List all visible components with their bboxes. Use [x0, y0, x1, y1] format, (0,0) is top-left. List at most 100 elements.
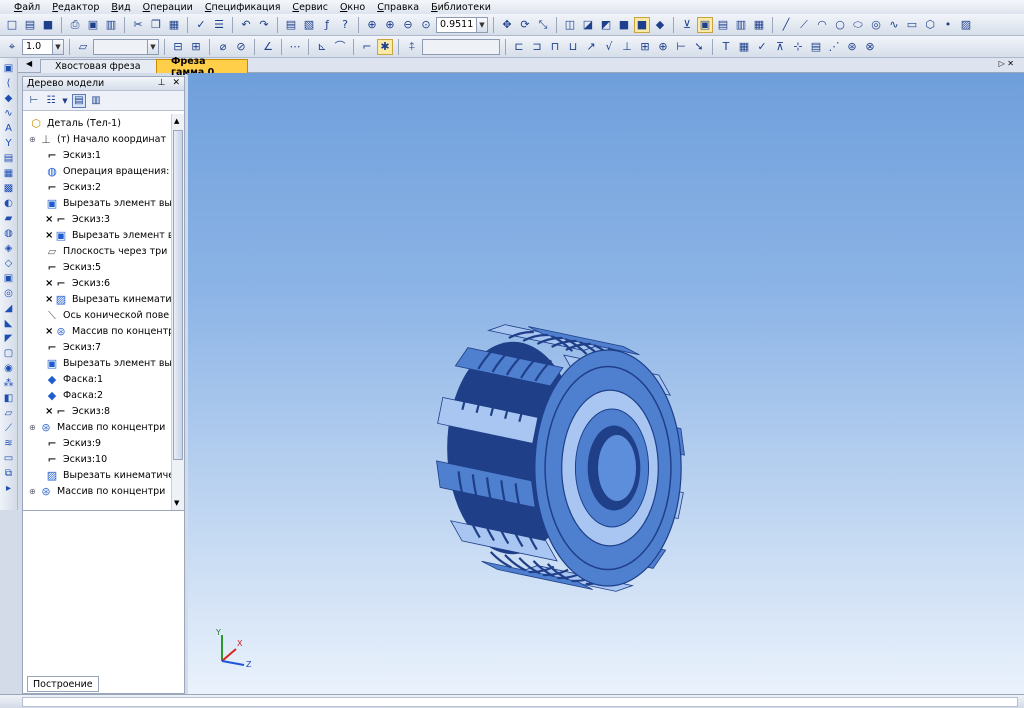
tree-view-icon[interactable]: ▤: [715, 17, 731, 33]
mark-icon[interactable]: ⊗: [862, 39, 878, 55]
sections-icon[interactable]: ▦: [751, 17, 767, 33]
tree-item[interactable]: ⌐ Эскиз:9: [23, 435, 171, 451]
tree-item[interactable]: ⌐ Эскиз:1: [23, 147, 171, 163]
library-icon[interactable]: ▧: [301, 17, 317, 33]
scroll-up-icon[interactable]: ▲: [174, 117, 179, 125]
roughness-icon[interactable]: √: [601, 39, 617, 55]
attributes-icon[interactable]: ▩: [2, 182, 16, 196]
variables-fx-icon[interactable]: ƒ: [319, 17, 335, 33]
paste-icon[interactable]: ▦: [166, 17, 182, 33]
hatch-icon[interactable]: ▤: [808, 39, 824, 55]
tree-item[interactable]: ⊕ ⊛ Массив по концентри: [23, 419, 171, 435]
dim-angular-icon[interactable]: ⊐: [529, 39, 545, 55]
tree-item[interactable]: ◆ Фаска:2: [23, 387, 171, 403]
filter-3d-icon[interactable]: Y: [2, 137, 16, 151]
coordinate-input[interactable]: [422, 38, 500, 55]
rotate-icon[interactable]: ⟳: [517, 17, 533, 33]
sweep-icon[interactable]: ◈: [2, 242, 16, 256]
perspective-icon[interactable]: ◆: [652, 17, 668, 33]
sheet-metal-icon[interactable]: ▭: [2, 452, 16, 466]
new-document-icon[interactable]: □: [4, 17, 20, 33]
wireframe-icon[interactable]: ◫: [562, 17, 578, 33]
open-folder-icon[interactable]: ▤: [22, 17, 38, 33]
menu-specification[interactable]: Спецификация: [205, 2, 281, 13]
tree-divider[interactable]: [23, 510, 184, 511]
undo-icon[interactable]: ↶: [238, 17, 254, 33]
tree-item[interactable]: ⌐ Эскиз:10: [23, 451, 171, 467]
ellipse-tool-icon[interactable]: ⬭: [850, 17, 866, 33]
tree-item[interactable]: ⊕ ⊥ (т) Начало координат: [23, 131, 171, 147]
tree-order-icon[interactable]: ☷: [44, 94, 58, 108]
orientation-icon[interactable]: ⤡: [535, 17, 551, 33]
hole-icon[interactable]: ◉: [2, 362, 16, 376]
tree-item[interactable]: ◍ Операция вращения:: [23, 163, 171, 179]
tab-construction[interactable]: Построение: [27, 676, 99, 692]
mirror-icon[interactable]: ◧: [2, 392, 16, 406]
attach-icon[interactable]: ⌀: [215, 39, 231, 55]
rib-icon[interactable]: ◤: [2, 332, 16, 346]
tab-gamma-mill[interactable]: Фреза гамма 0: [156, 56, 248, 78]
revolve-icon[interactable]: ◍: [2, 227, 16, 241]
chevron-down-icon[interactable]: ▼: [476, 17, 487, 32]
select-icon[interactable]: ▣: [2, 62, 16, 76]
position-icon[interactable]: ⊕: [655, 39, 671, 55]
tree-structure-icon[interactable]: ⊢: [27, 94, 41, 108]
tree-item[interactable]: ⌐ Эскиз:2: [23, 179, 171, 195]
expand-icon[interactable]: ⊕: [29, 135, 39, 144]
expand-icon[interactable]: ⊕: [29, 487, 39, 496]
manager-icon[interactable]: ▤: [283, 17, 299, 33]
measure-3d-icon[interactable]: A: [2, 122, 16, 136]
pan-icon[interactable]: ✥: [499, 17, 515, 33]
halftone-edges-icon[interactable]: ■: [634, 16, 650, 33]
tree-item[interactable]: × ▣ Вырезать элемент в: [23, 227, 171, 243]
tree-item[interactable]: ⌐ Эскиз:7: [23, 339, 171, 355]
symmetry-icon[interactable]: ⊛: [844, 39, 860, 55]
copy-icon[interactable]: ❐: [148, 17, 164, 33]
style-combo[interactable]: ▼: [93, 38, 159, 55]
zoom-out-icon[interactable]: ⊖: [400, 17, 416, 33]
table-icon[interactable]: ▦: [736, 39, 752, 55]
hidden-lines-thin-icon[interactable]: ◩: [598, 17, 614, 33]
rectangle-tool-icon[interactable]: ▭: [904, 17, 920, 33]
menu-file[interactable]: Файл: [14, 2, 40, 13]
base-icon[interactable]: ⊥: [619, 39, 635, 55]
expand-icon[interactable]: ⊕: [29, 423, 39, 432]
cut-revolve-icon[interactable]: ◎: [2, 287, 16, 301]
snaps-on-icon[interactable]: ✱: [377, 38, 393, 55]
arc-tool-icon[interactable]: ◠: [814, 17, 830, 33]
circle-center-tool-icon[interactable]: ◎: [868, 17, 884, 33]
menu-service[interactable]: Сервис: [292, 2, 328, 13]
coordinates-icon[interactable]: ⍏: [404, 39, 420, 55]
parametric-icon[interactable]: ⌐: [359, 39, 375, 55]
report-icon[interactable]: ▦: [2, 167, 16, 181]
spatial-curves-icon[interactable]: ∿: [2, 107, 16, 121]
spec-object-icon[interactable]: ▤: [2, 152, 16, 166]
hidden-lines-icon[interactable]: ◪: [580, 17, 596, 33]
extrude-icon[interactable]: ▰: [2, 212, 16, 226]
menu-window[interactable]: Окно: [340, 2, 365, 13]
tree-sketch-view-icon[interactable]: ▤: [72, 93, 86, 108]
page-setup-icon[interactable]: ▥: [103, 17, 119, 33]
tree-item[interactable]: ▱ Плоскость через три: [23, 243, 171, 259]
line-weight-combo[interactable]: 1.0 ▼: [22, 38, 64, 55]
dim-diametral-icon[interactable]: ⊔: [565, 39, 581, 55]
dim-radial-icon[interactable]: ⊓: [547, 39, 563, 55]
plane-icon[interactable]: ▱: [2, 407, 16, 421]
hatch-tool-icon[interactable]: ▨: [958, 17, 974, 33]
fragment-icon[interactable]: ⊟: [170, 39, 186, 55]
more-tools-icon[interactable]: ▸: [2, 482, 16, 496]
model-canvas[interactable]: Y X Z: [188, 73, 1024, 694]
shell-icon[interactable]: ▢: [2, 347, 16, 361]
snap-icon[interactable]: ▣: [697, 16, 713, 33]
leader-icon[interactable]: ↗: [583, 39, 599, 55]
model-viewport[interactable]: Y X Z: [188, 73, 1024, 694]
loft-icon[interactable]: ◇: [2, 257, 16, 271]
assembly-icon[interactable]: ⧉: [2, 467, 16, 481]
polygon-tool-icon[interactable]: ⬡: [922, 17, 938, 33]
cut-extrude-icon[interactable]: ▣: [2, 272, 16, 286]
properties-check-icon[interactable]: ✓: [193, 17, 209, 33]
layer-icon[interactable]: ▱: [75, 39, 91, 55]
geometry-icon[interactable]: ⟨: [2, 77, 16, 91]
tree-item[interactable]: × ⌐ Эскиз:8: [23, 403, 171, 419]
round-icon[interactable]: ⌒: [332, 39, 348, 55]
